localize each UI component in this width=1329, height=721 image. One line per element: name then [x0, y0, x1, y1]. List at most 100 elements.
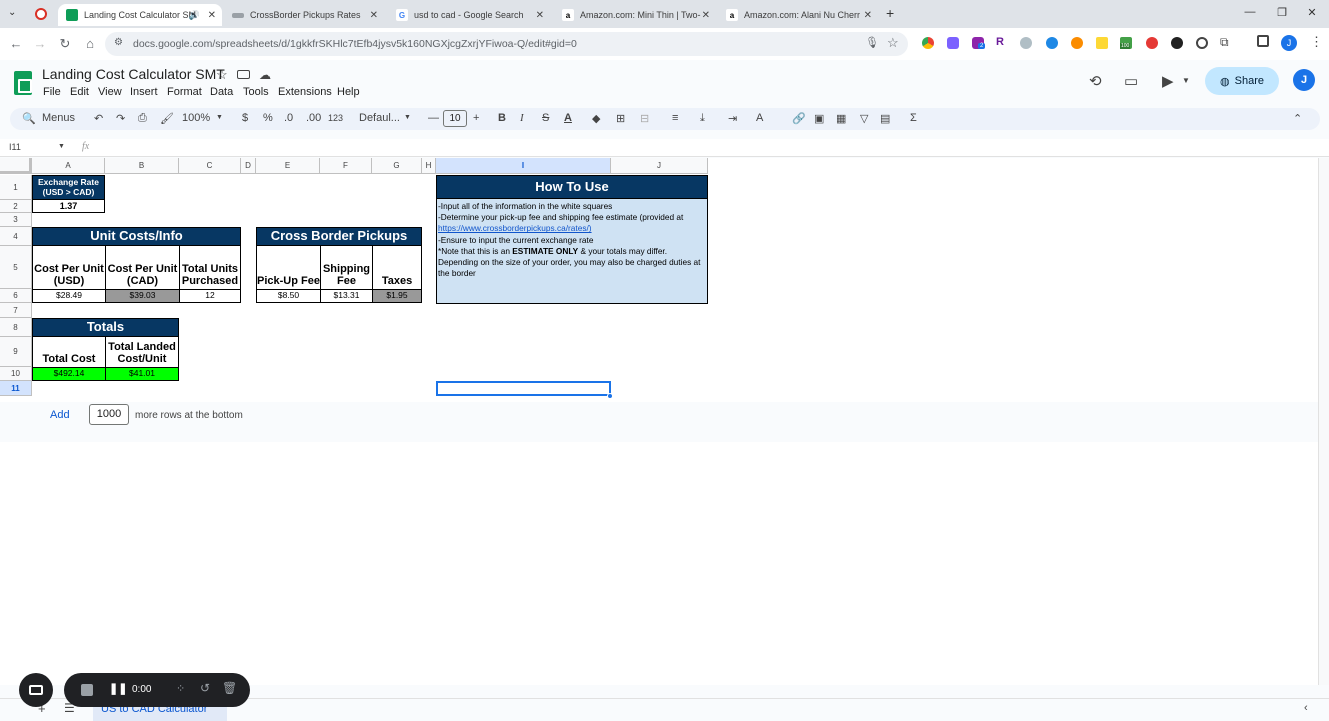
delete-recording-icon[interactable]: 🗑 [222, 681, 237, 695]
totals-title-cell[interactable]: Totals [32, 318, 179, 337]
paint-format-icon[interactable]: 🖌 [160, 112, 174, 125]
spreadsheet-grid[interactable]: A B C D E F G H I J 1 2 3 4 5 6 7 8 9 10… [0, 158, 1329, 685]
collapse-toolbar-icon[interactable]: ⌃ [1293, 112, 1302, 125]
text-rotation-icon[interactable]: A [756, 112, 763, 124]
shipping-fee-label-cell[interactable]: Shipping Fee [320, 245, 373, 290]
landed-cost-label-cell[interactable]: Total Landed Cost/Unit [105, 336, 179, 368]
name-box[interactable]: I11 [9, 142, 21, 152]
menu-help[interactable]: Help [337, 86, 360, 98]
exchange-rate-label-cell[interactable]: Exchange Rate (USD > CAD) [32, 175, 105, 200]
meet-dropdown-icon[interactable]: ▼ [1182, 76, 1190, 85]
pickup-fee-label-cell[interactable]: Pick-Up Fee [256, 245, 321, 290]
units-label-cell[interactable]: Total Units Purchased [179, 245, 241, 290]
increase-decimal-button[interactable]: .00 [306, 112, 321, 124]
fill-color-icon[interactable]: ◆ [592, 112, 600, 125]
shipping-fee-value-cell[interactable]: $13.31 [320, 289, 373, 303]
browser-tab-sheets[interactable]: Landing Cost Calculator SM 🔊 ✕ [58, 4, 222, 26]
insert-comment-icon[interactable]: ▣ [814, 112, 824, 125]
vertical-scrollbar[interactable] [1318, 158, 1329, 685]
minimize-icon[interactable]: — [1240, 6, 1260, 18]
cost-cad-label-cell[interactable]: Cost Per Unit (CAD) [105, 245, 180, 290]
r-extension-icon[interactable]: R [996, 36, 1004, 48]
row-header-2[interactable]: 2 [0, 200, 32, 213]
close-tab-icon[interactable]: ✕ [536, 10, 544, 21]
column-header-j[interactable]: J [611, 158, 708, 174]
dark-extension-icon[interactable] [1171, 37, 1183, 49]
close-tab-icon[interactable]: ✕ [370, 10, 378, 21]
browser-tab-crossborder[interactable]: CrossBorder Pickups Rates ✕ [224, 4, 384, 26]
row-header-5[interactable]: 5 [0, 246, 32, 289]
orange-extension-icon[interactable] [1071, 37, 1083, 49]
close-tab-icon[interactable]: ✕ [864, 10, 872, 21]
zoom-select[interactable]: 100% [182, 112, 210, 124]
insert-chart-icon[interactable]: ▦ [836, 112, 846, 125]
cloud-status-icon[interactable]: ☁ [259, 68, 271, 82]
taxes-label-cell[interactable]: Taxes [372, 245, 422, 290]
annotate-icon[interactable]: ⁘ [176, 682, 185, 695]
redo-icon[interactable]: ↷ [116, 112, 125, 125]
close-tab-icon[interactable]: ✕ [702, 10, 710, 21]
add-rows-button[interactable]: Add [50, 409, 70, 421]
menu-edit[interactable]: Edit [70, 86, 89, 98]
taxes-value-cell[interactable]: $1.95 [372, 289, 422, 303]
functions-button[interactable]: Σ [910, 112, 917, 124]
undo-icon[interactable]: ↶ [94, 112, 103, 125]
cost-usd-value-cell[interactable]: $28.49 [32, 289, 106, 303]
row-header-8[interactable]: 8 [0, 318, 32, 337]
howto-title-cell[interactable]: How To Use [436, 175, 708, 199]
row-header-3[interactable]: 3 [0, 213, 32, 227]
insert-link-icon[interactable]: 🔗 [792, 112, 806, 125]
comments-icon[interactable]: ▭ [1124, 72, 1138, 90]
zoom-dropdown-icon[interactable]: ▼ [216, 114, 223, 121]
menu-format[interactable]: Format [167, 86, 202, 98]
sheets-logo-icon[interactable] [14, 71, 32, 95]
menu-tools[interactable]: Tools [243, 86, 269, 98]
menu-extensions[interactable]: Extensions [278, 86, 332, 98]
total-cost-value-cell[interactable]: $492.14 [32, 367, 106, 381]
yellow-extension-icon[interactable] [1096, 37, 1108, 49]
column-header-a[interactable]: A [32, 158, 105, 174]
fill-handle[interactable] [607, 393, 613, 399]
menu-file[interactable]: File [43, 86, 61, 98]
filter-icon[interactable]: ▽ [860, 112, 868, 125]
text-color-button[interactable]: A [564, 112, 572, 124]
forward-icon[interactable]: → [32, 36, 48, 51]
menu-insert[interactable]: Insert [130, 86, 158, 98]
units-value-cell[interactable]: 12 [179, 289, 241, 303]
chrome-extension-icon[interactable] [922, 37, 934, 49]
increase-font-size-icon[interactable]: + [473, 112, 479, 124]
close-tab-icon[interactable]: ✕ [208, 10, 216, 21]
row-header-4[interactable]: 4 [0, 227, 32, 246]
document-title[interactable]: Landing Cost Calculator SMT [42, 66, 225, 82]
vertical-align-icon[interactable]: ⤓ [700, 112, 705, 125]
reload-icon[interactable]: ↻ [57, 36, 73, 52]
restart-recording-icon[interactable]: ↺ [200, 681, 210, 695]
extensions-icon[interactable]: ⧉ [1220, 35, 1229, 50]
font-size-input[interactable]: 10 [443, 110, 467, 127]
filter-views-icon[interactable]: ▤ [880, 112, 890, 125]
profile-avatar[interactable]: J [1281, 35, 1297, 51]
select-all-corner[interactable] [0, 158, 32, 174]
new-tab-button[interactable]: + [886, 5, 894, 21]
column-header-d[interactable]: D [241, 158, 256, 174]
green-extension-icon[interactable]: 100 [1120, 37, 1132, 49]
pickup-fee-value-cell[interactable]: $8.50 [256, 289, 321, 303]
account-avatar[interactable]: J [1293, 69, 1315, 91]
side-panel-icon[interactable] [1257, 35, 1269, 47]
browser-tab-google-search[interactable]: G usd to cad - Google Search ✕ [388, 4, 550, 26]
bookmark-star-icon[interactable]: ☆ [887, 35, 899, 51]
mic-icon[interactable]: 🎙 [865, 36, 879, 49]
print-icon[interactable]: ⎙ [138, 112, 147, 125]
restore-icon[interactable]: ❐ [1272, 6, 1292, 19]
cost-usd-label-cell[interactable]: Cost Per Unit (USD) [32, 245, 106, 290]
text-wrap-icon[interactable]: ⇥ [728, 112, 737, 125]
horizontal-align-icon[interactable]: ≡ [672, 112, 678, 124]
landed-cost-value-cell[interactable]: $41.01 [105, 367, 179, 381]
version-history-icon[interactable]: ⟲ [1089, 72, 1102, 90]
explore-collapse-icon[interactable]: ‹ [1304, 702, 1308, 714]
total-cost-label-cell[interactable]: Total Cost [32, 336, 106, 368]
strikethrough-button[interactable]: S [542, 112, 549, 124]
font-select[interactable]: Defaul... [359, 112, 400, 124]
pause-recording-icon[interactable]: ❚❚ [109, 682, 127, 695]
back-icon[interactable]: ← [8, 36, 24, 51]
